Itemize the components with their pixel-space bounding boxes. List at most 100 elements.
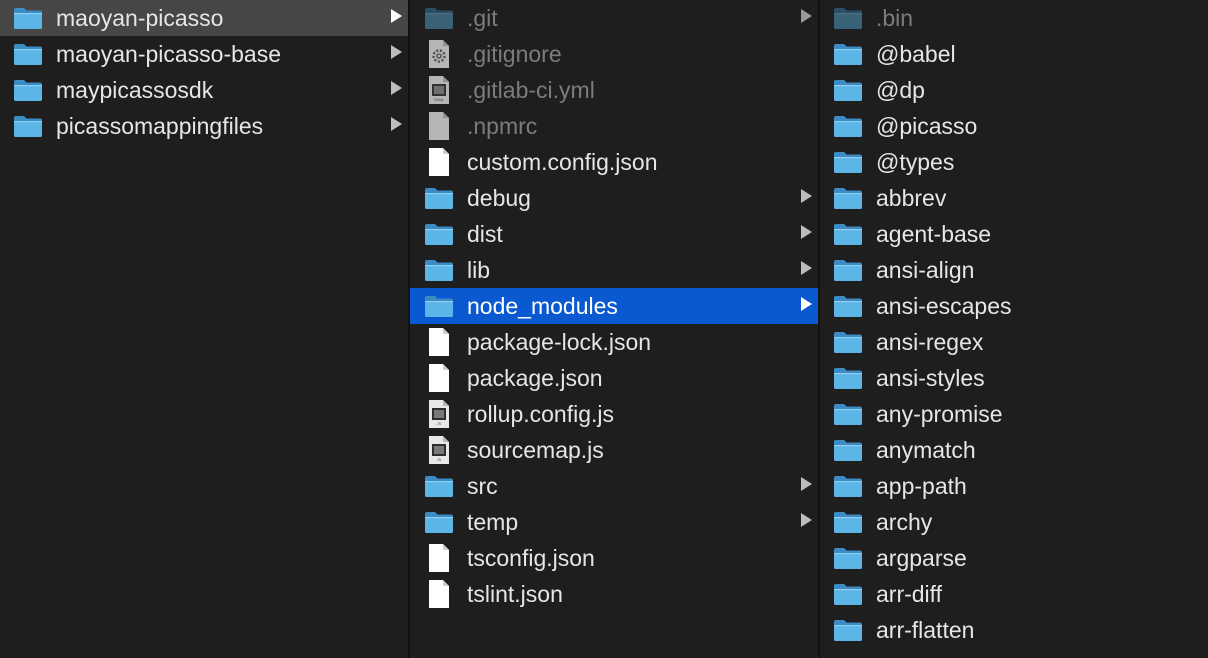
disclosure-arrow-icon[interactable] [801, 9, 812, 23]
item-label: any-promise [876, 400, 1003, 427]
folder-icon [832, 435, 864, 465]
file-type-badge: YAML [434, 97, 445, 102]
item-label: custom.config.json [467, 148, 658, 175]
folder-icon [423, 219, 455, 249]
js-file-icon: JS [423, 435, 455, 465]
disclosure-arrow-icon[interactable] [801, 225, 812, 239]
folder-icon [832, 363, 864, 393]
item-label: abbrev [876, 184, 947, 211]
item-label: dist [467, 220, 503, 247]
item-label: ansi-align [876, 256, 975, 283]
file-row[interactable]: tslint.json [410, 576, 818, 612]
disclosure-arrow-icon[interactable] [391, 117, 402, 131]
file-row[interactable]: package-lock.json [410, 324, 818, 360]
file-row[interactable]: .gitignore [410, 36, 818, 72]
folder-icon [832, 147, 864, 177]
folder-row[interactable]: argparse [820, 540, 1208, 576]
disclosure-arrow-icon[interactable] [801, 189, 812, 203]
column-1[interactable]: maoyan-picasso maoyan-picasso-base maypica… [0, 0, 410, 658]
column-3[interactable]: .bin @babel @dp @picasso @types abbrev agent-b… [820, 0, 1208, 658]
folder-row[interactable]: temp [410, 504, 818, 540]
disclosure-arrow-icon[interactable] [801, 297, 812, 311]
folder-icon [832, 255, 864, 285]
folder-row[interactable]: node_modules [410, 288, 818, 324]
item-label: rollup.config.js [467, 400, 615, 427]
folder-row[interactable]: app-path [820, 468, 1208, 504]
column-2[interactable]: .git .gitignore YAML .gitlab-ci.yml .npmrc cu… [410, 0, 820, 658]
file-type-badge: JS [437, 421, 442, 426]
item-label: @babel [876, 40, 956, 67]
item-label: temp [467, 508, 519, 535]
folder-icon [832, 543, 864, 573]
item-label: maoyan-picasso-base [56, 40, 282, 67]
folder-row[interactable]: @babel [820, 36, 1208, 72]
folder-row[interactable]: .bin [820, 0, 1208, 36]
folder-icon [12, 111, 44, 141]
disclosure-arrow-icon[interactable] [801, 513, 812, 527]
file-row[interactable]: JS rollup.config.js [410, 396, 818, 432]
folder-icon [423, 291, 455, 321]
item-label: .gitignore [467, 40, 562, 67]
folder-row[interactable]: archy [820, 504, 1208, 540]
folder-row[interactable]: arr-flatten [820, 612, 1208, 648]
folder-row[interactable]: lib [410, 252, 818, 288]
folder-icon [832, 111, 864, 141]
file-row[interactable]: package.json [410, 360, 818, 396]
item-label: debug [467, 184, 531, 211]
folder-row[interactable]: ansi-regex [820, 324, 1208, 360]
disclosure-arrow-icon[interactable] [801, 261, 812, 275]
folder-row[interactable]: abbrev [820, 180, 1208, 216]
disclosure-arrow-icon[interactable] [801, 477, 812, 491]
folder-row[interactable]: maypicassosdk [0, 72, 408, 108]
folder-row[interactable]: picassomappingfiles [0, 108, 408, 144]
item-label: @picasso [876, 112, 978, 139]
document-icon [423, 147, 455, 177]
folder-row[interactable]: anymatch [820, 432, 1208, 468]
folder-row[interactable]: any-promise [820, 396, 1208, 432]
item-label: agent-base [876, 220, 992, 247]
file-row[interactable]: YAML .gitlab-ci.yml [410, 72, 818, 108]
item-label: maoyan-picasso [56, 4, 224, 31]
item-label: .gitlab-ci.yml [467, 76, 595, 103]
file-row[interactable]: custom.config.json [410, 144, 818, 180]
file-row[interactable]: tsconfig.json [410, 540, 818, 576]
folder-row[interactable]: dist [410, 216, 818, 252]
item-label: maypicassosdk [56, 76, 214, 103]
document-icon [423, 579, 455, 609]
folder-row[interactable]: agent-base [820, 216, 1208, 252]
folder-row[interactable]: @types [820, 144, 1208, 180]
settings-file-icon [423, 39, 455, 69]
disclosure-arrow-icon[interactable] [391, 9, 402, 23]
folder-row[interactable]: .git [410, 0, 818, 36]
folder-icon [832, 579, 864, 609]
item-label: .git [467, 4, 498, 31]
folder-icon [423, 3, 455, 33]
folder-row[interactable]: ansi-styles [820, 360, 1208, 396]
folder-row[interactable]: @picasso [820, 108, 1208, 144]
folder-row[interactable]: ansi-align [820, 252, 1208, 288]
folder-row[interactable]: arr-diff [820, 576, 1208, 612]
folder-row[interactable]: @dp [820, 72, 1208, 108]
item-label: anymatch [876, 436, 976, 463]
item-label: @types [876, 148, 955, 175]
folder-row[interactable]: debug [410, 180, 818, 216]
file-row[interactable]: JS sourcemap.js [410, 432, 818, 468]
disclosure-arrow-icon[interactable] [391, 45, 402, 59]
yaml-file-icon: YAML [423, 75, 455, 105]
file-type-badge: JS [437, 457, 442, 462]
folder-icon [832, 75, 864, 105]
folder-icon [12, 75, 44, 105]
item-label: ansi-regex [876, 328, 984, 355]
item-label: argparse [876, 544, 967, 571]
item-label: picassomappingfiles [56, 112, 264, 139]
folder-row[interactable]: maoyan-picasso [0, 0, 408, 36]
document-icon [423, 327, 455, 357]
folder-row[interactable]: ansi-escapes [820, 288, 1208, 324]
folder-icon [423, 255, 455, 285]
disclosure-arrow-icon[interactable] [391, 81, 402, 95]
folder-row[interactable]: src [410, 468, 818, 504]
folder-icon [832, 507, 864, 537]
item-label: archy [876, 508, 933, 535]
folder-row[interactable]: maoyan-picasso-base [0, 36, 408, 72]
file-row[interactable]: .npmrc [410, 108, 818, 144]
